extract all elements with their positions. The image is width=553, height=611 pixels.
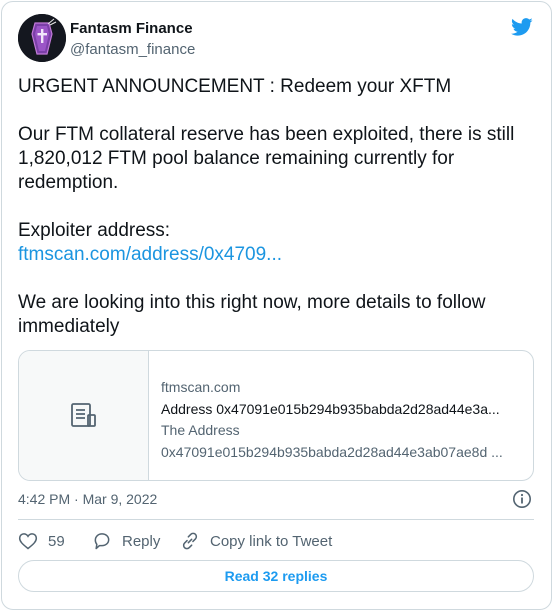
link-preview-card[interactable]: ftmscan.com Address 0x47091e015b294b935b…	[18, 350, 534, 481]
copy-link-button[interactable]: Copy link to Tweet	[180, 531, 332, 551]
avatar[interactable]	[18, 14, 66, 62]
preview-domain: ftmscan.com	[161, 379, 241, 395]
tweet-timestamp[interactable]: 4:42 PM · Mar 9, 2022	[18, 491, 157, 507]
copy-link-label: Copy link to Tweet	[210, 532, 333, 550]
author-handle[interactable]: @fantasm_finance	[70, 41, 195, 58]
exploiter-address-link[interactable]: ftmscan.com/address/0x4709...	[18, 244, 282, 265]
document-icon	[70, 402, 96, 427]
like-count: 59	[48, 532, 65, 550]
preview-info: ftmscan.com Address 0x47091e015b294b935b…	[149, 351, 533, 480]
preview-thumbnail	[19, 351, 149, 480]
tweet-line-exploit: Our FTM collateral reserve has been expl…	[18, 124, 515, 193]
heart-icon	[18, 533, 38, 550]
preview-description-line2: 0x47091e015b294b935babda2d28ad44e3ab07ae…	[161, 443, 503, 460]
reply-bubble-icon	[94, 533, 110, 550]
link-chain-icon	[182, 532, 198, 550]
divider	[18, 519, 534, 520]
tweet-line-followup: We are looking into this right now, more…	[18, 292, 486, 337]
tweet-body: URGENT ANNOUNCEMENT : Redeem your XFTM O…	[18, 75, 538, 339]
tweet-line-exploiter: Exploiter address:	[18, 220, 171, 241]
author-name[interactable]: Fantasm Finance	[70, 20, 193, 37]
action-bar: 59 Reply Copy link to Tweet	[18, 530, 332, 552]
reply-label: Reply	[122, 532, 161, 550]
read-replies-button[interactable]: Read 32 replies	[18, 560, 534, 592]
info-icon[interactable]	[512, 489, 532, 509]
preview-title: Address 0x47091e015b294b935babda2d28ad44…	[161, 400, 500, 417]
reply-button[interactable]: Reply	[92, 531, 180, 551]
twitter-bird-icon[interactable]	[510, 16, 534, 38]
tweet-line-announcement: URGENT ANNOUNCEMENT : Redeem your XFTM	[18, 76, 452, 97]
like-button[interactable]: 59	[18, 531, 92, 551]
coffin-logo-icon	[18, 14, 66, 62]
preview-description-line1: The Address	[161, 422, 240, 438]
